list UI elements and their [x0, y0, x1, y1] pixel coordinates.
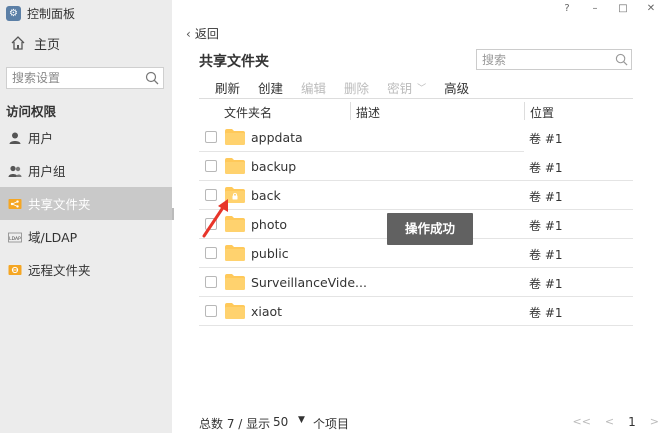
delete-button[interactable]: 删除 [344, 78, 369, 97]
page-size-select[interactable]: 50 [273, 415, 288, 429]
first-page-button[interactable]: << [572, 415, 590, 429]
encrypt-label: 密钥 [387, 80, 413, 96]
window-controls: ? – □ ✕ [553, 2, 665, 16]
sidebar-item-shared-folder[interactable]: 共享文件夹 [0, 187, 172, 220]
row-checkbox[interactable] [205, 305, 217, 317]
column-header-location[interactable]: 位置 [530, 104, 554, 121]
sidebar-item-label: 共享文件夹 [28, 197, 91, 212]
user-group-icon [8, 165, 22, 177]
remote-folder-icon [8, 264, 22, 275]
row-checkbox[interactable] [205, 131, 217, 143]
sidebar-item-label: 远程文件夹 [28, 263, 91, 278]
sidebar-item-label: 域/LDAP [28, 230, 78, 245]
total-count-label: 总数 7 / 显示 [199, 417, 271, 431]
folder-location: 卷 #1 [529, 190, 563, 204]
sidebar-item-remote-folder[interactable]: 远程文件夹 [0, 253, 172, 286]
section-title-access: 访问权限 [6, 104, 57, 119]
edit-button[interactable]: 编辑 [301, 78, 326, 97]
column-resizer[interactable] [524, 102, 525, 120]
table-row[interactable]: appdata 卷 #1 [199, 123, 633, 152]
table-row[interactable]: backup 卷 #1 [199, 152, 633, 181]
folder-icon [225, 303, 245, 319]
items-label: 个项目 [313, 417, 350, 431]
folder-name: xiaot [251, 304, 283, 319]
sidebar-item-user-group[interactable]: 用户组 [0, 154, 172, 187]
ldap-icon: LDAP [8, 232, 22, 242]
sidebar-item-home[interactable]: 主页 [0, 30, 172, 56]
encrypt-button[interactable]: 密钥 ﹀ [387, 78, 426, 97]
sidebar-item-label: 用户 [28, 131, 54, 146]
create-button[interactable]: 创建 [258, 78, 283, 97]
folder-location: 卷 #1 [529, 161, 563, 175]
row-checkbox[interactable] [205, 160, 217, 172]
maximize-icon[interactable]: □ [609, 2, 637, 16]
folder-name: backup [251, 159, 297, 174]
home-icon [11, 36, 25, 50]
search-icon[interactable] [145, 71, 159, 85]
folder-location: 卷 #1 [529, 219, 563, 233]
pager: << < 1 > [558, 415, 659, 429]
sidebar: ⚙ 控制面板 主页 访问权限 用户 用户组 [0, 0, 172, 433]
close-icon[interactable]: ✕ [637, 2, 665, 16]
folder-icon [225, 158, 245, 174]
folder-location: 卷 #1 [529, 248, 563, 262]
caret-down-icon[interactable]: ▼ [298, 415, 305, 425]
chevron-left-icon: ‹ [186, 26, 191, 41]
column-header-description[interactable]: 描述 [356, 104, 380, 121]
sidebar-item-label: 主页 [34, 37, 61, 53]
sidebar-search [6, 67, 164, 89]
column-header-name[interactable]: 文件夹名 [224, 104, 272, 121]
folder-location: 卷 #1 [529, 277, 563, 291]
folder-icon [225, 245, 245, 261]
help-icon[interactable]: ? [553, 2, 581, 16]
column-resizer[interactable] [350, 102, 351, 120]
folder-icon [225, 274, 245, 290]
row-checkbox[interactable] [205, 276, 217, 288]
chevron-down-icon: ﹀ [417, 83, 427, 94]
refresh-button[interactable]: 刷新 [215, 78, 240, 97]
user-icon [9, 132, 21, 144]
back-label: 返回 [194, 27, 219, 41]
sidebar-search-input[interactable] [7, 68, 142, 88]
folder-name: photo [251, 217, 288, 232]
table-header: 文件夹名 描述 位置 [199, 98, 633, 123]
annotation-arrow-icon [202, 199, 228, 238]
folder-icon [225, 129, 245, 145]
app-title: 控制面板 [27, 6, 76, 21]
sidebar-item-user[interactable]: 用户 [0, 121, 172, 154]
folder-location: 卷 #1 [529, 132, 563, 146]
next-page-button[interactable]: > [650, 415, 659, 429]
share-icon [8, 198, 22, 209]
sidebar-item-label: 用户组 [28, 164, 66, 179]
row-checkbox[interactable] [205, 247, 217, 259]
main-search [476, 49, 632, 70]
app-title-bar: ⚙ 控制面板 [6, 4, 75, 22]
search-input[interactable] [477, 50, 609, 69]
folder-name: public [251, 246, 289, 261]
folder-name: SurveillanceVide... [251, 275, 367, 290]
current-page[interactable]: 1 [628, 415, 636, 429]
table-row[interactable]: SurveillanceVide... 卷 #1 [199, 268, 633, 297]
prev-page-button[interactable]: < [605, 415, 614, 429]
advanced-button[interactable]: 高级 [444, 78, 469, 97]
gear-icon: ⚙ [6, 5, 21, 21]
search-icon[interactable] [615, 53, 628, 66]
svg-text:LDAP: LDAP [9, 236, 21, 242]
folder-name: appdata [251, 130, 303, 145]
sidebar-splitter[interactable] [172, 208, 174, 220]
back-button[interactable]: ‹ 返回 [186, 25, 219, 42]
pagination-bar: 总数 7 / 显示 50 ▼ 个项目 << < 1 > [199, 415, 659, 433]
table-row[interactable]: back 卷 #1 [199, 181, 633, 210]
sidebar-item-ldap[interactable]: LDAP 域/LDAP [0, 220, 172, 253]
table-row[interactable]: xiaot 卷 #1 [199, 297, 633, 326]
folder-name: back [251, 188, 281, 203]
page-title: 共享文件夹 [199, 54, 269, 70]
toolbar: 刷新 创建 编辑 删除 密钥 ﹀ 高级 [199, 77, 633, 97]
toast-success: 操作成功 [387, 213, 473, 245]
minimize-icon[interactable]: – [581, 2, 609, 16]
folder-location: 卷 #1 [529, 306, 563, 320]
